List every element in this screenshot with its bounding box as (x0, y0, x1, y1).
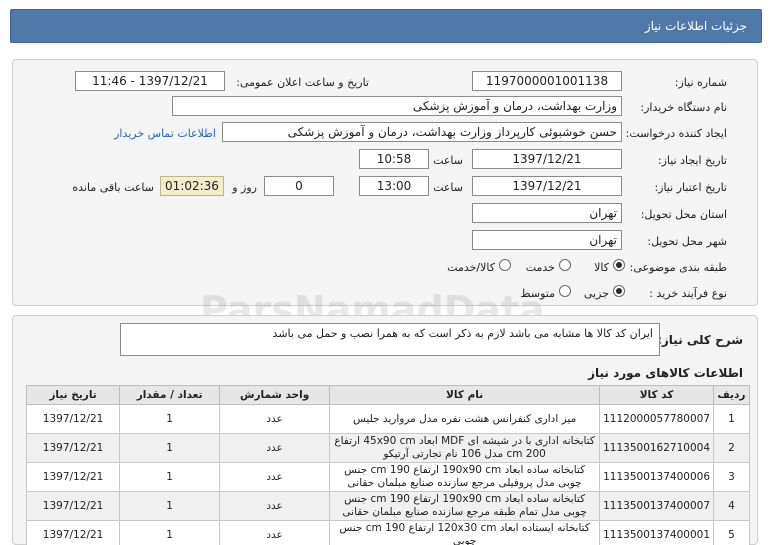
col-row: ردیف (713, 385, 750, 405)
validity-date-label: تاریخ اعتبار نیاز: (654, 181, 727, 194)
category-goods-label: کالا (594, 261, 609, 274)
table-row[interactable]: 5 1113500137400001 کتابخانه ایستاده ابعا… (25, 520, 750, 545)
created-date-label: تاریخ ایجاد نیاز: (657, 154, 727, 167)
province-label: استان محل تحویل: (640, 208, 727, 221)
item-name: کتابخانه ایستاده ابعاد 120x30 cm ارتفاع … (329, 520, 601, 545)
item-qty: 1 (119, 520, 221, 545)
item-unit: عدد (219, 404, 331, 434)
city-field[interactable]: تهران (472, 230, 622, 250)
remaining-time-field: 01:02:36 (160, 176, 224, 196)
item-qty: 1 (119, 433, 221, 463)
province-field[interactable]: تهران (472, 203, 622, 223)
items-table-header: ردیف کد کالا نام کالا واحد شمارش تعداد /… (25, 385, 750, 405)
need-details-panel: شماره نیاز: 1197000001001138 تاریخ و ساع… (12, 59, 758, 306)
row-number: 2 (713, 433, 750, 463)
table-row[interactable]: 4 1113500137400007 کتابخانه ساده ابعاد 1… (25, 491, 750, 521)
created-time-field[interactable]: 10:58 (359, 149, 429, 169)
col-code: کد کالا (599, 385, 714, 405)
page-header: جزئیات اطلاعات نیاز (10, 9, 762, 43)
summary-text: ایران کد کالا ها مشابه می باشد لازم به ذ… (120, 323, 660, 356)
creator-field[interactable]: حسن خوشبوئی کارپرداز وزارت بهداشت، درمان… (222, 122, 622, 142)
days-label: روز و (232, 181, 257, 194)
creator-label: ایجاد کننده درخواست: (625, 127, 727, 140)
need-number-label: شماره نیاز: (674, 76, 727, 89)
created-time-label: ساعت (433, 154, 463, 167)
row-number: 4 (713, 491, 750, 521)
item-code: 1113500162710004 (599, 433, 714, 463)
city-label: شهر محل تحویل: (647, 235, 727, 248)
item-date: 1397/12/21 (25, 491, 121, 521)
category-goods-service-label: کالا/خدمت (447, 261, 495, 274)
process-minor-label: جزیی (583, 287, 609, 300)
item-name: کتابخانه اداری با در شیشه ای MDF ابعاد 4… (329, 433, 601, 463)
need-number-field[interactable]: 1197000001001138 (472, 71, 622, 91)
table-row[interactable]: 1 1112000057780007 میز اداری کنفرانس هشت… (25, 404, 750, 434)
item-name: کتابخانه ساده ابعاد 190x90 cm ارتفاع 190… (329, 491, 601, 521)
col-name: نام کالا (329, 385, 601, 405)
remaining-time-label: ساعت باقی مانده (72, 181, 154, 194)
item-unit: عدد (219, 520, 331, 545)
item-unit: عدد (219, 491, 331, 521)
item-date: 1397/12/21 (25, 462, 121, 492)
category-service-label: خدمت (525, 261, 555, 274)
item-code: 1112000057780007 (599, 404, 714, 434)
buyer-contact-link[interactable]: اطلاعات تماس خریدار (114, 127, 216, 140)
remaining-days-field[interactable]: 0 (264, 176, 334, 196)
page-title: جزئیات اطلاعات نیاز (644, 19, 747, 33)
col-qty: تعداد / مقدار (119, 385, 221, 405)
row-number: 3 (713, 462, 750, 492)
item-name: میز اداری کنفرانس هشت نفره مدل مروارید ج… (329, 404, 601, 434)
buyer-label: نام دستگاه خریدار: (640, 101, 727, 114)
validity-time-label: ساعت (433, 181, 463, 194)
item-unit: عدد (219, 462, 331, 492)
validity-date-field[interactable]: 1397/12/21 (472, 176, 622, 196)
item-unit: عدد (219, 433, 331, 463)
items-panel: شرح کلی نیاز: ایران کد کالا ها مشابه می … (12, 315, 758, 545)
category-label: طبقه بندی موضوعی: (629, 261, 727, 274)
created-date-field[interactable]: 1397/12/21 (472, 149, 622, 169)
validity-time-field[interactable]: 13:00 (359, 176, 429, 196)
category-service-radio[interactable] (559, 259, 571, 271)
row-number: 1 (713, 404, 750, 434)
item-name: کتابخانه ساده ابعاد 190x90 cm ارتفاع 190… (329, 462, 601, 492)
item-code: 1113500137400007 (599, 491, 714, 521)
item-qty: 1 (119, 462, 221, 492)
announce-date-label: تاریخ و ساعت اعلان عمومی: (236, 76, 369, 89)
process-medium-radio[interactable] (559, 285, 571, 297)
col-date: تاریخ نیاز (25, 385, 121, 405)
items-section-title: اطلاعات کالاهای مورد نیاز (588, 366, 743, 380)
buyer-field[interactable]: وزارت بهداشت، درمان و آموزش پزشکی (172, 96, 622, 116)
process-type-label: نوع فرآیند خرید : (649, 287, 727, 300)
item-date: 1397/12/21 (25, 404, 121, 434)
item-date: 1397/12/21 (25, 433, 121, 463)
summary-label: شرح کلی نیاز: (657, 333, 743, 347)
item-qty: 1 (119, 404, 221, 434)
items-table: ردیف کد کالا نام کالا واحد شمارش تعداد /… (25, 385, 750, 545)
table-row[interactable]: 2 1113500162710004 کتابخانه اداری با در … (25, 433, 750, 463)
process-minor-radio[interactable] (613, 285, 625, 297)
item-code: 1113500137400001 (599, 520, 714, 545)
category-goods-service-radio[interactable] (499, 259, 511, 271)
item-qty: 1 (119, 491, 221, 521)
row-number: 5 (713, 520, 750, 545)
col-unit: واحد شمارش (219, 385, 331, 405)
item-date: 1397/12/21 (25, 520, 121, 545)
announce-date-field[interactable]: 1397/12/21 - 11:46 (75, 71, 225, 91)
item-code: 1113500137400006 (599, 462, 714, 492)
table-row[interactable]: 3 1113500137400006 کتابخانه ساده ابعاد 1… (25, 462, 750, 492)
category-goods-radio[interactable] (613, 259, 625, 271)
